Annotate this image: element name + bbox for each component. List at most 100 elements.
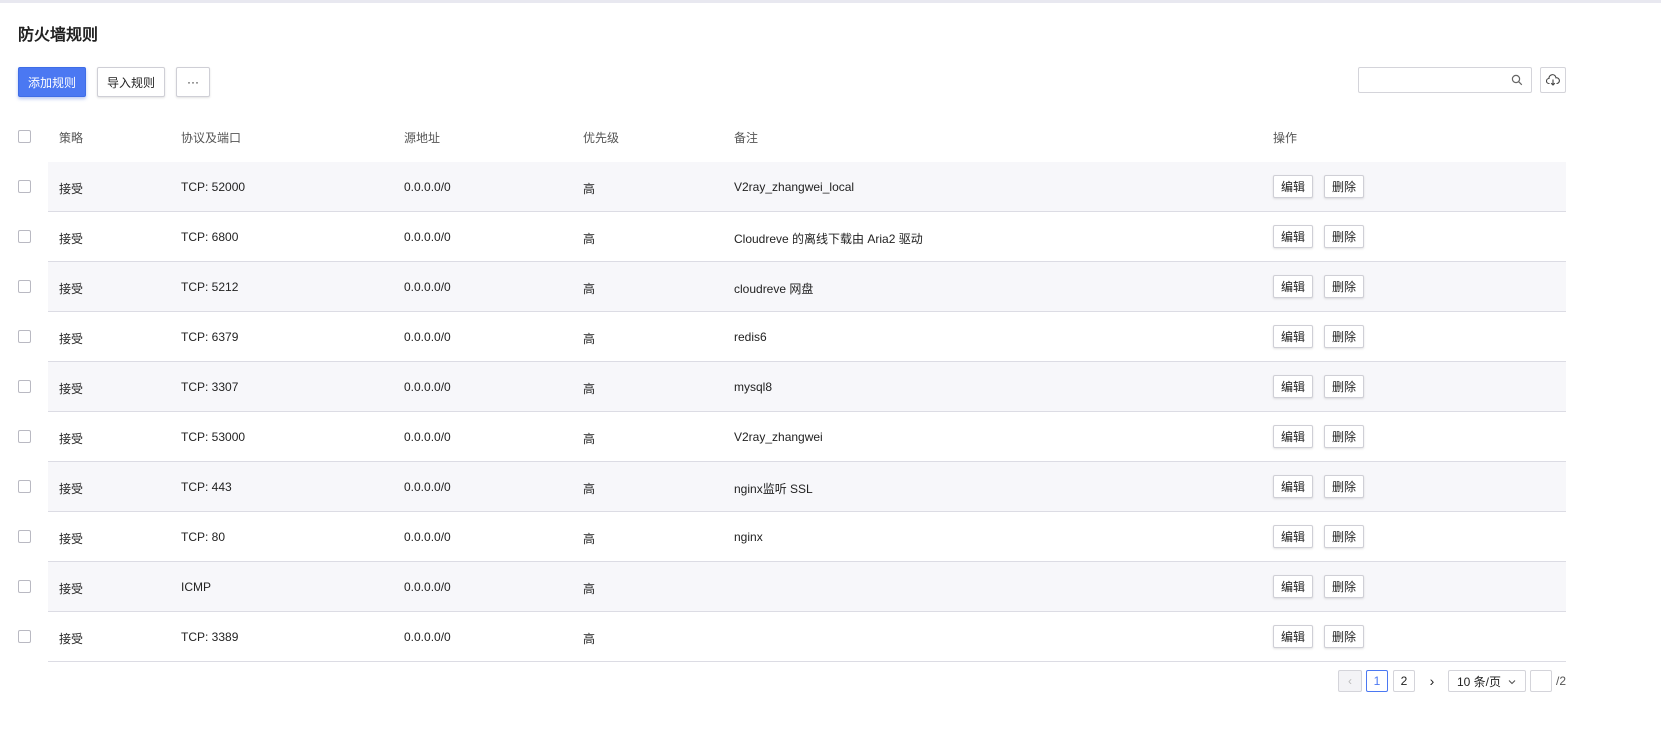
total-pages-label: /2: [1556, 674, 1567, 688]
delete-button[interactable]: 删除: [1324, 275, 1364, 298]
cell-priority: 高: [583, 582, 596, 596]
cell-protocol: TCP: 6800: [181, 230, 239, 244]
header-actions: 操作: [1273, 131, 1298, 145]
edit-button[interactable]: 编辑: [1273, 225, 1313, 248]
table-header: 策略 协议及端口 源地址 优先级 备注 操作: [48, 112, 1566, 163]
cloud-download-button[interactable]: [1540, 67, 1566, 93]
cell-source: 0.0.0.0/0: [404, 280, 451, 294]
page-1-button[interactable]: 1: [1366, 670, 1388, 692]
cell-policy: 接受: [59, 482, 84, 496]
more-actions-button[interactable]: ···: [176, 67, 210, 97]
row-checkbox[interactable]: [18, 330, 31, 343]
cell-protocol: TCP: 443: [181, 480, 232, 494]
delete-button[interactable]: 删除: [1324, 625, 1364, 648]
cell-policy: 接受: [59, 182, 84, 196]
page-2-button[interactable]: 2: [1393, 670, 1415, 692]
cloud-upload-icon: [1546, 74, 1560, 86]
cell-priority: 高: [583, 432, 596, 446]
delete-button[interactable]: 删除: [1324, 425, 1364, 448]
cell-policy: 接受: [59, 382, 84, 396]
delete-button[interactable]: 删除: [1324, 225, 1364, 248]
cell-protocol: TCP: 80: [181, 530, 226, 544]
edit-button[interactable]: 编辑: [1273, 175, 1313, 198]
header-source: 源地址: [404, 131, 441, 145]
row-checkbox[interactable]: [18, 630, 31, 643]
cell-priority: 高: [583, 232, 596, 246]
prev-page-button[interactable]: ‹: [1338, 670, 1362, 692]
row-checkbox[interactable]: [18, 430, 31, 443]
cell-source: 0.0.0.0/0: [404, 430, 451, 444]
chevron-down-icon: [1508, 680, 1516, 685]
cell-priority: 高: [583, 532, 596, 546]
cell-policy: 接受: [59, 432, 84, 446]
search-box: [1358, 67, 1532, 93]
edit-button[interactable]: 编辑: [1273, 475, 1313, 498]
edit-button[interactable]: 编辑: [1273, 275, 1313, 298]
cell-protocol: ICMP: [181, 580, 211, 594]
page-title: 防火墙规则: [18, 27, 99, 44]
cell-note: mysql8: [734, 380, 773, 394]
table-row: 接受 TCP: 80 0.0.0.0/0 高 nginx 编辑 删除: [48, 512, 1566, 562]
cell-policy: 接受: [59, 282, 84, 296]
cell-policy: 接受: [59, 332, 84, 346]
delete-button[interactable]: 删除: [1324, 475, 1364, 498]
page-jump-box: [1530, 670, 1552, 692]
cell-note: Cloudreve 的离线下载由 Aria2 驱动: [734, 232, 923, 246]
cell-protocol: TCP: 52000: [181, 180, 246, 194]
cell-note: V2ray_zhangwei_local: [734, 180, 855, 194]
table-row: 接受 TCP: 6800 0.0.0.0/0 高 Cloudreve 的离线下载…: [48, 212, 1566, 262]
row-checkbox[interactable]: [18, 530, 31, 543]
table-row: 接受 TCP: 3307 0.0.0.0/0 高 mysql8 编辑 删除: [48, 362, 1566, 412]
row-checkbox[interactable]: [18, 380, 31, 393]
row-checkbox[interactable]: [18, 230, 31, 243]
cell-source: 0.0.0.0/0: [404, 330, 451, 344]
delete-button[interactable]: 删除: [1324, 525, 1364, 548]
header-note: 备注: [734, 131, 759, 145]
edit-button[interactable]: 编辑: [1273, 575, 1313, 598]
cell-source: 0.0.0.0/0: [404, 580, 451, 594]
table-row: 接受 ICMP 0.0.0.0/0 高 编辑 删除: [48, 562, 1566, 612]
cell-priority: 高: [583, 182, 596, 196]
cell-note: cloudreve 网盘: [734, 282, 814, 296]
edit-button[interactable]: 编辑: [1273, 375, 1313, 398]
page-jump-input[interactable]: [1532, 672, 1550, 690]
cell-policy: 接受: [59, 532, 84, 546]
edit-button[interactable]: 编辑: [1273, 525, 1313, 548]
cell-protocol: TCP: 3389: [181, 630, 239, 644]
next-page-button[interactable]: ›: [1420, 670, 1444, 692]
table-row: 接受 TCP: 6379 0.0.0.0/0 高 redis6 编辑 删除: [48, 312, 1566, 362]
delete-button[interactable]: 删除: [1324, 325, 1364, 348]
top-border: [0, 0, 1661, 3]
cell-note: redis6: [734, 330, 767, 344]
row-checkbox[interactable]: [18, 580, 31, 593]
cell-priority: 高: [583, 382, 596, 396]
delete-button[interactable]: 删除: [1324, 175, 1364, 198]
cell-source: 0.0.0.0/0: [404, 230, 451, 244]
cell-source: 0.0.0.0/0: [404, 480, 451, 494]
edit-button[interactable]: 编辑: [1273, 625, 1313, 648]
delete-button[interactable]: 删除: [1324, 575, 1364, 598]
cell-protocol: TCP: 5212: [181, 280, 239, 294]
delete-button[interactable]: 删除: [1324, 375, 1364, 398]
table-row: 接受 TCP: 52000 0.0.0.0/0 高 V2ray_zhangwei…: [48, 162, 1566, 212]
table-row: 接受 TCP: 443 0.0.0.0/0 高 nginx监听 SSL 编辑 删…: [48, 462, 1566, 512]
edit-button[interactable]: 编辑: [1273, 325, 1313, 348]
row-checkbox[interactable]: [18, 180, 31, 193]
cell-priority: 高: [583, 282, 596, 296]
header-priority: 优先级: [583, 131, 620, 145]
add-rule-button[interactable]: 添加规则: [18, 67, 86, 97]
cell-note: nginx: [734, 530, 763, 544]
row-checkbox[interactable]: [18, 280, 31, 293]
search-input[interactable]: [1365, 69, 1509, 93]
table-row: 接受 TCP: 3389 0.0.0.0/0 高 编辑 删除: [48, 612, 1566, 662]
edit-button[interactable]: 编辑: [1273, 425, 1313, 448]
search-icon[interactable]: [1511, 74, 1523, 86]
row-checkbox[interactable]: [18, 480, 31, 493]
cell-source: 0.0.0.0/0: [404, 380, 451, 394]
cell-policy: 接受: [59, 232, 84, 246]
select-all-checkbox[interactable]: [18, 130, 31, 143]
header-policy: 策略: [59, 131, 84, 145]
page-size-select[interactable]: 10 条/页: [1448, 670, 1526, 692]
import-rule-button[interactable]: 导入规则: [97, 67, 165, 97]
cell-protocol: TCP: 53000: [181, 430, 246, 444]
